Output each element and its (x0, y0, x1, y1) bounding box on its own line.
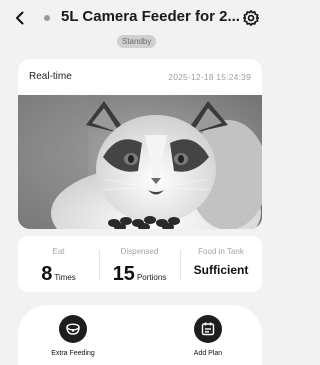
extra-feeding-label: Extra Feeding (51, 350, 95, 357)
device-title: 5L Camera Feeder for 2... (61, 8, 240, 25)
extra-feeding-button[interactable]: Extra Feeding (38, 315, 108, 357)
actions-panel: Extra Feeding Add Plan (18, 305, 262, 365)
stat-unit: Portions (136, 273, 167, 282)
add-plan-label: Add Plan (193, 350, 223, 357)
stat-label: Eat (52, 247, 65, 256)
stat-value: 15 (112, 263, 135, 285)
stat-value: Sufficient (193, 263, 249, 277)
camera-feed-image[interactable] (18, 95, 262, 229)
live-video-card: Real-time 2025-12-18 15:24:39 (18, 59, 262, 229)
stat-label: Food in Tank (198, 247, 244, 256)
stat-label: Dispensed (120, 247, 159, 256)
stat-value-group: 8 Times (18, 263, 99, 286)
food-bowl-icon (59, 315, 87, 343)
status-dot-icon (44, 15, 50, 21)
live-timestamp: 2025-12-18 15:24:39 (168, 72, 251, 82)
gear-icon[interactable] (242, 9, 260, 27)
stat-food-in-tank: Food in Tank Sufficient (180, 236, 262, 292)
stat-dispensed: Dispensed 15 Portions (99, 236, 180, 292)
calendar-plan-icon (194, 315, 222, 343)
stat-value-group: 15 Portions (99, 263, 180, 286)
live-label: Real-time (29, 71, 72, 82)
top-bar: 5L Camera Feeder for 2... (0, 0, 268, 36)
add-plan-button[interactable]: Add Plan (173, 315, 243, 357)
stat-unit: Times (54, 273, 76, 282)
stat-value-group: Sufficient (180, 263, 262, 281)
feeding-stats-card: Eat 8 Times Dispensed 15 Portions Food in … (18, 236, 262, 292)
stat-value: 8 (41, 263, 53, 285)
stat-eat: Eat 8 Times (18, 236, 99, 292)
chevron-left-icon[interactable] (12, 10, 28, 26)
status-badge: Standby (117, 35, 157, 48)
